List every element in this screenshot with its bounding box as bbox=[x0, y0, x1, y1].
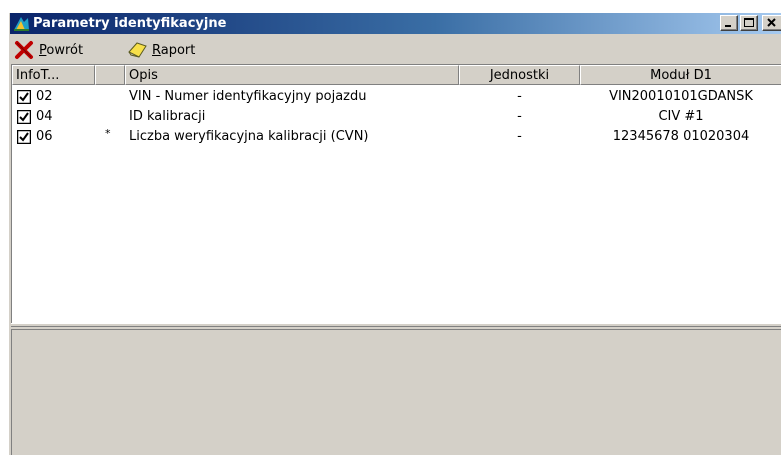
back-button-label: Powrót bbox=[39, 42, 84, 58]
row-units: - bbox=[517, 109, 522, 124]
window-title: Parametry identyfikacyjne bbox=[33, 16, 227, 31]
close-icon bbox=[767, 18, 776, 27]
report-button-label: Raport bbox=[152, 42, 196, 58]
row-units: - bbox=[517, 89, 522, 104]
row-id: 06 bbox=[36, 129, 53, 144]
row-flag: * bbox=[105, 127, 111, 140]
row-id: 02 bbox=[36, 89, 53, 104]
column-header-module-d1[interactable]: Moduł D1 bbox=[580, 65, 781, 85]
column-header-infotype[interactable]: InfoT... bbox=[12, 65, 95, 85]
row-module-value: VIN20010101GDANSK bbox=[609, 89, 753, 104]
column-header-units[interactable]: Jednostki bbox=[459, 65, 580, 85]
row-module-value: CIV #1 bbox=[658, 109, 704, 124]
maximize-icon bbox=[744, 18, 754, 27]
table-header: InfoT... Opis Jednostki Moduł D1 bbox=[12, 65, 781, 85]
report-button[interactable]: Raport bbox=[126, 39, 195, 61]
column-header-description[interactable]: Opis bbox=[125, 65, 459, 85]
row-units: - bbox=[517, 129, 522, 144]
row-id: 04 bbox=[36, 109, 53, 124]
table-row[interactable]: 06 * Liczba weryfikacyjna kalibracji (CV… bbox=[12, 127, 781, 147]
pane-splitter[interactable] bbox=[11, 323, 781, 327]
checked-checkbox-icon[interactable] bbox=[17, 130, 31, 144]
app-logo-icon bbox=[14, 17, 29, 31]
toolbar: Powrót Raport bbox=[10, 35, 781, 63]
minimize-button[interactable] bbox=[720, 15, 738, 31]
row-description: ID kalibracji bbox=[129, 109, 206, 124]
parameters-list[interactable]: InfoT... Opis Jednostki Moduł D1 02 VIN … bbox=[11, 64, 781, 323]
checked-checkbox-icon[interactable] bbox=[17, 90, 31, 104]
checked-checkbox-icon[interactable] bbox=[17, 110, 31, 124]
row-description: VIN - Numer identyfikacyjny pojazdu bbox=[129, 89, 367, 104]
red-x-icon bbox=[15, 41, 33, 59]
window: Parametry identyfikacyjne Powrót Raport bbox=[9, 13, 781, 455]
column-header-flag[interactable] bbox=[95, 65, 125, 85]
detail-pane bbox=[11, 329, 781, 455]
title-bar[interactable]: Parametry identyfikacyjne bbox=[10, 13, 781, 34]
close-button[interactable] bbox=[762, 15, 781, 31]
row-module-value: 12345678 01020304 bbox=[612, 129, 750, 144]
maximize-button[interactable] bbox=[740, 15, 758, 31]
table-row[interactable]: 04 ID kalibracji - CIV #1 bbox=[12, 107, 781, 127]
table-row[interactable]: 02 VIN - Numer identyfikacyjny pojazdu -… bbox=[12, 87, 781, 107]
yellow-tag-icon bbox=[128, 42, 147, 58]
row-description: Liczba weryfikacyjna kalibracji (CVN) bbox=[129, 129, 369, 144]
back-button[interactable]: Powrót bbox=[13, 39, 83, 61]
minimize-icon bbox=[725, 25, 731, 27]
